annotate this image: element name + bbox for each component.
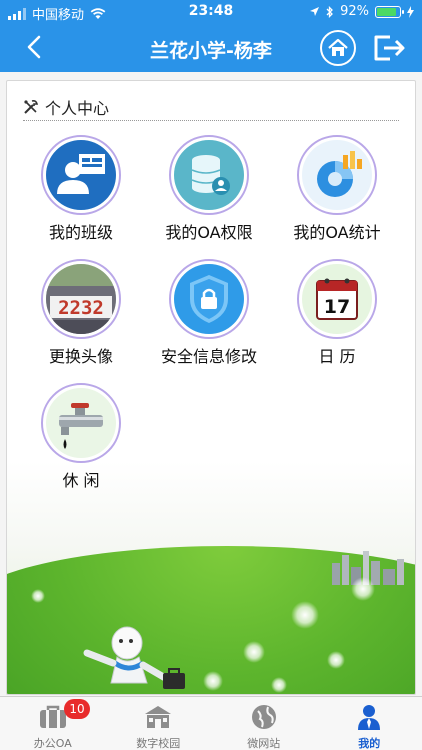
- bluetooth-icon: [326, 5, 334, 18]
- class-icon: [46, 140, 116, 210]
- pie-chart-icon: [302, 140, 372, 210]
- charging-icon: [407, 5, 414, 18]
- person-icon: [354, 703, 384, 731]
- tab-label: 办公OA: [33, 737, 72, 750]
- tab-label: 我的: [358, 737, 381, 750]
- item-label: 我的OA权限: [165, 223, 253, 242]
- logout-icon: [374, 35, 405, 61]
- sparkle: [271, 677, 287, 693]
- sparkle: [243, 641, 265, 663]
- item-label: 休 闲: [62, 471, 100, 490]
- calendar-button[interactable]: 17 日 历: [273, 259, 401, 369]
- my-oa-permission-button[interactable]: 我的OA权限: [145, 135, 273, 245]
- tab-label: 数字校园: [136, 737, 181, 750]
- security-info-button[interactable]: 安全信息修改: [145, 259, 273, 369]
- calendar-icon: 17: [302, 264, 372, 334]
- tab-digital-campus[interactable]: 数字校园: [106, 697, 212, 750]
- location-arrow-icon: [310, 7, 320, 16]
- status-bar: 中国移动 23:48 92%: [0, 0, 422, 24]
- item-label: 安全信息修改: [160, 347, 257, 366]
- shield-lock-icon: [174, 264, 244, 334]
- sparkle: [291, 601, 319, 629]
- globe-icon: [249, 703, 279, 731]
- battery-icon: [375, 5, 404, 18]
- home-icon: [328, 38, 348, 56]
- my-oa-stats-button[interactable]: 我的OA统计: [273, 135, 401, 245]
- avatar-photo-icon: 2232: [46, 264, 116, 334]
- item-label: 我的班级: [48, 223, 113, 242]
- my-class-button[interactable]: 我的班级: [17, 135, 145, 245]
- section-header: 个人中心: [23, 93, 399, 121]
- sparkle: [31, 589, 45, 603]
- tab-microsite[interactable]: 微网站: [211, 697, 317, 750]
- notification-badge: 10: [64, 699, 90, 719]
- change-avatar-button[interactable]: 2232 更换头像: [17, 259, 145, 369]
- item-label: 日 历: [318, 347, 356, 366]
- sparkle: [327, 651, 345, 669]
- item-label: 更换头像: [48, 347, 113, 366]
- nav-bar: 兰花小学-杨李: [0, 24, 422, 72]
- battery-percent: 92%: [340, 4, 369, 19]
- logout-button[interactable]: [370, 30, 408, 66]
- avatar-photo-text: 2232: [58, 297, 104, 319]
- leisure-button[interactable]: 休 闲: [17, 383, 145, 493]
- sparkle: [351, 577, 375, 601]
- bottom-tab-bar: 10 办公OA 数字校园 微网站 我的: [0, 696, 422, 750]
- header-bar: 中国移动 23:48 92% 兰花小学-杨李: [0, 0, 422, 72]
- page-title: 兰花小学-杨李: [150, 40, 272, 62]
- item-label: 我的OA统计: [293, 223, 381, 242]
- calendar-day-text: 17: [324, 296, 350, 318]
- faucet-icon: [46, 388, 116, 458]
- tab-mine[interactable]: 我的: [317, 697, 422, 750]
- personal-center-panel: 个人中心 我的班级 我的OA权限 我的OA统计 2232 更换头像 安全信息修改: [6, 80, 416, 695]
- home-button[interactable]: [320, 30, 356, 66]
- tab-office-oa[interactable]: 10 办公OA: [0, 697, 106, 750]
- school-icon: [143, 703, 173, 731]
- database-user-icon: [174, 140, 244, 210]
- mascot-illustration: [83, 626, 185, 689]
- tab-label: 微网站: [247, 737, 281, 750]
- tools-icon: [24, 99, 39, 114]
- section-title: 个人中心: [45, 98, 110, 118]
